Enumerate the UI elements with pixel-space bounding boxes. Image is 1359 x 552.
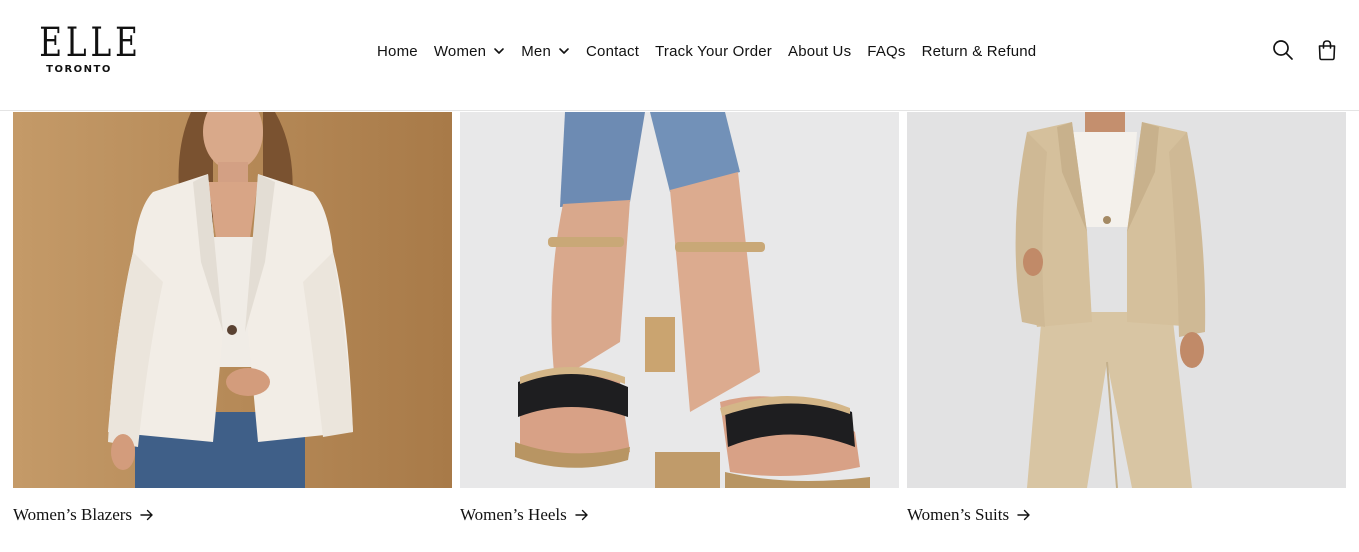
collection-card-heels[interactable]: Women’s Heels [460, 112, 899, 524]
collection-title[interactable]: Women’s Suits [907, 505, 1031, 525]
collection-title-text: Women’s Blazers [13, 505, 133, 524]
collection-card-blazers[interactable]: Women’s Blazers [13, 112, 452, 524]
nav-item-label: FAQs [867, 42, 906, 60]
cart-button[interactable] [1313, 36, 1341, 64]
arrow-right-icon [575, 509, 588, 521]
nav-item-home[interactable]: Home [369, 43, 426, 60]
collection-title[interactable]: Women’s Blazers [13, 505, 154, 525]
arrow-right-icon [1017, 509, 1030, 521]
chevron-down-icon [559, 48, 569, 54]
woman-beige-suit-photo[interactable] [907, 112, 1346, 488]
nav-item-label: Return & Refund [921, 42, 1037, 60]
gold-strappy-heels-photo[interactable] [460, 112, 899, 488]
nav-item-label: About Us [787, 42, 852, 60]
nav-item-return-refund[interactable]: Return & Refund [914, 43, 1045, 60]
nav-item-contact[interactable]: Contact [578, 43, 647, 60]
main-nav: Home Women Men Contact Track Your Order … [369, 38, 1044, 64]
woman-white-blazer-photo[interactable] [13, 112, 452, 488]
site-header: ELLE TORONTO Home Women Men Contact Trac… [0, 0, 1359, 111]
nav-item-label: Track Your Order [655, 42, 772, 60]
nav-item-faqs[interactable]: FAQs [859, 43, 913, 60]
nav-item-women[interactable]: Women [426, 43, 513, 60]
collection-card-suits[interactable]: Women’s Suits [907, 112, 1346, 524]
nav-item-label: Home [377, 42, 418, 60]
brand-name: ELLE [39, 20, 142, 66]
header-actions [1253, 36, 1341, 64]
search-button[interactable] [1269, 36, 1297, 64]
nav-item-about[interactable]: About Us [780, 43, 859, 60]
nav-item-label: Men [521, 42, 552, 60]
nav-item-label: Women [433, 42, 487, 60]
nav-item-label: Contact [586, 42, 640, 60]
collection-title-text: Women’s Heels [460, 505, 567, 524]
nav-item-men[interactable]: Men [513, 43, 578, 60]
search-icon [1273, 40, 1293, 60]
collection-title-text: Women’s Suits [907, 505, 1010, 524]
arrow-right-icon [140, 509, 153, 521]
collection-title[interactable]: Women’s Heels [460, 505, 589, 525]
chevron-down-icon [494, 48, 505, 54]
brand-logo[interactable]: ELLE TORONTO [28, 20, 142, 75]
cart-icon [1318, 40, 1336, 61]
nav-item-track-order[interactable]: Track Your Order [647, 43, 780, 60]
